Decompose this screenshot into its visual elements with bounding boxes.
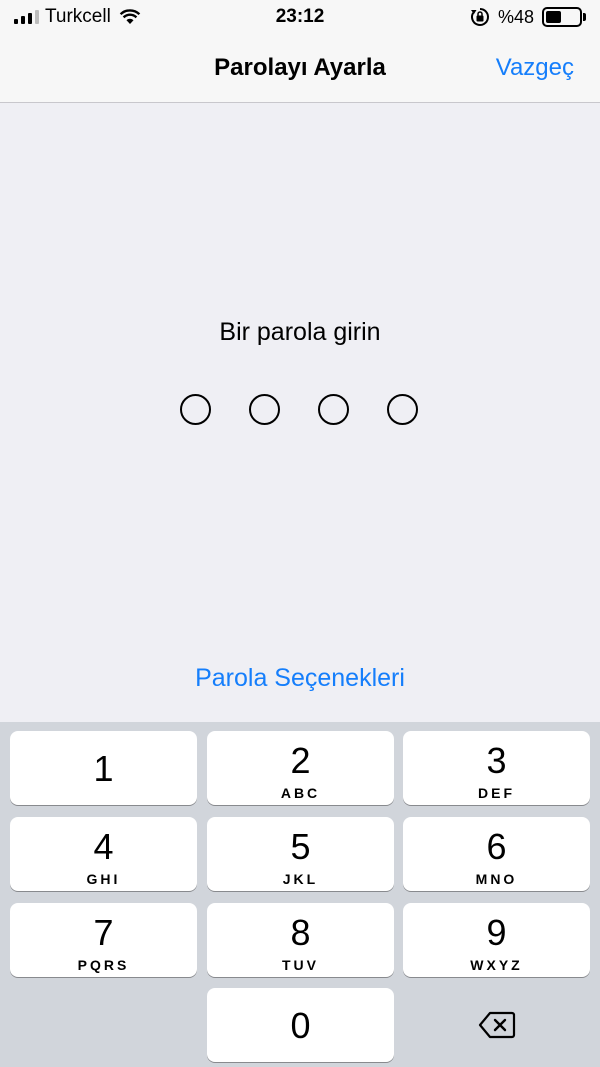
backspace-icon [478,1011,515,1039]
passcode-dot [180,394,211,425]
key-letters: GHI [86,871,121,887]
key-letters: MNO [475,871,518,887]
key-digit: 7 [93,912,114,953]
key-2[interactable]: 2 ABC [207,731,394,805]
key-digit: 3 [486,740,507,781]
key-letters: PQRS [77,957,130,973]
status-right: %48 [470,6,586,28]
orientation-lock-icon [470,8,489,26]
key-digit: 6 [486,826,507,867]
navigation-bar: Parolayı Ayarla Vazgeç [0,34,600,103]
key-letters: WXYZ [470,957,523,973]
key-digit: 0 [290,1005,311,1046]
passcode-dot [387,394,418,425]
status-bar: Turkcell 23:12 %48 [0,0,600,34]
key-digit: 4 [93,826,114,867]
battery-percent: %48 [497,6,534,27]
key-letters: JKL [282,871,319,887]
key-0[interactable]: 0 [207,988,394,1062]
key-digit: 2 [290,740,311,781]
key-3[interactable]: 3 DEF [403,731,590,805]
key-4[interactable]: 4 GHI [10,817,197,891]
key-6[interactable]: 6 MNO [403,817,590,891]
cancel-button[interactable]: Vazgeç [496,54,574,82]
key-8[interactable]: 8 TUV [207,903,394,977]
passcode-dot [318,394,349,425]
key-digit: 5 [290,826,311,867]
key-letters: DEF [478,785,515,801]
delete-button[interactable] [403,988,590,1062]
passcode-options-button[interactable]: Parola Seçenekleri [0,664,600,693]
key-digit: 9 [486,912,507,953]
key-letters: ABC [280,785,321,801]
key-7[interactable]: 7 PQRS [10,903,197,977]
passcode-prompt: Bir parola girin [219,318,381,346]
battery-fill [546,11,562,23]
key-digit: 1 [93,748,114,789]
key-5[interactable]: 5 JKL [207,817,394,891]
key-digit: 8 [290,912,311,953]
numeric-keypad: 1 2 ABC 3 DEF 4 GHI 5 JKL 6 MNO 7 PQRS 8 TUV 9 WXYZ 0 [0,722,600,1067]
key-letters: TUV [282,957,319,973]
key-1[interactable]: 1 [10,731,197,805]
key-9[interactable]: 9 WXYZ [403,903,590,977]
passcode-dots [180,394,418,425]
battery-icon [542,7,586,27]
passcode-dot [249,394,280,425]
